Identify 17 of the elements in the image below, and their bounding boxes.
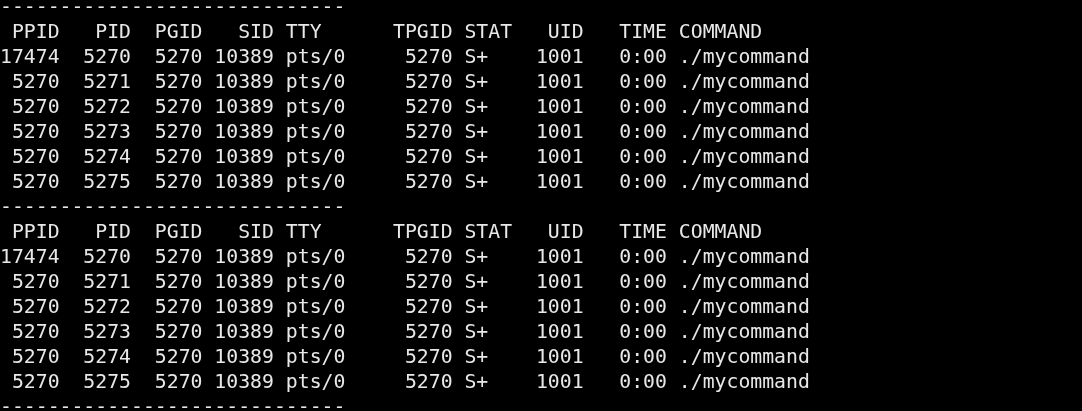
terminal-line: 5270 5272 5270 10389 pts/0 5270 S+ 1001 0:00 ./mycommand — [10, 294, 810, 319]
terminal-line: 5270 5273 5270 10389 pts/0 5270 S+ 1001 0:00 ./mycommand — [10, 119, 810, 144]
terminal-line: 17474 5270 5270 10389 pts/0 5270 S+ 1001 0:00 ./mycommand — [0, 244, 810, 269]
terminal-line: 5270 5272 5270 10389 pts/0 5270 S+ 1001 0:00 ./mycommand — [10, 94, 810, 119]
terminal-line: ----------------------------- — [0, 0, 346, 19]
terminal-line: 5270 5275 5270 10389 pts/0 5270 S+ 1001 0:00 ./mycommand — [10, 169, 810, 194]
terminal-line: 17474 5270 5270 10389 pts/0 5270 S+ 1001 0:00 ./mycommand — [0, 44, 810, 69]
terminal-line: 5270 5271 5270 10389 pts/0 5270 S+ 1001 0:00 ./mycommand — [10, 69, 810, 94]
terminal-line: 5270 5275 5270 10389 pts/0 5270 S+ 1001 0:00 ./mycommand — [10, 369, 810, 394]
terminal-line: PPID PID PGID SID TTY TPGID STAT UID TIME COMMAND — [10, 219, 763, 244]
terminal-line: PPID PID PGID SID TTY TPGID STAT UID TIME COMMAND — [10, 19, 763, 44]
terminal-line: 5270 5274 5270 10389 pts/0 5270 S+ 1001 0:00 ./mycommand — [10, 344, 810, 369]
terminal-line: 5270 5274 5270 10389 pts/0 5270 S+ 1001 0:00 ./mycommand — [10, 144, 810, 169]
terminal-line: 5270 5271 5270 10389 pts/0 5270 S+ 1001 0:00 ./mycommand — [10, 269, 810, 294]
terminal-line: 5270 5273 5270 10389 pts/0 5270 S+ 1001 0:00 ./mycommand — [10, 319, 810, 344]
terminal-line: ----------------------------- — [0, 194, 346, 219]
terminal-line: ----------------------------- — [0, 394, 346, 411]
